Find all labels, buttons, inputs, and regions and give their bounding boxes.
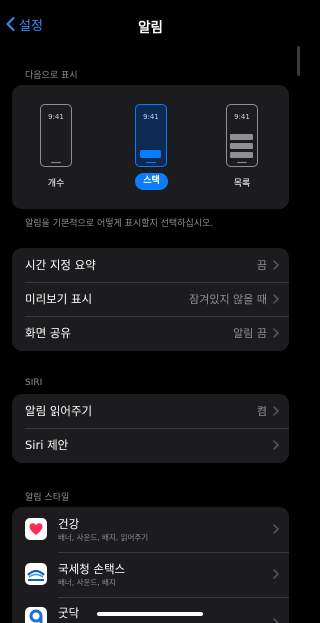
app-name: 국세청 손택스	[58, 562, 126, 576]
preview-home-bar	[237, 161, 247, 163]
app-name: 건강	[58, 517, 80, 531]
show-previews-row[interactable]: 미리보기 표시 잠겨있지 않을 때	[12, 282, 289, 316]
app-list-card: 건강 배너, 사운드, 배지, 읽어주기 국세청 손택스 배너, 사운드, 배지…	[12, 507, 289, 623]
notification-style-header: 알림 스타일	[25, 493, 70, 503]
navigation-bar: 설정 알림	[0, 0, 301, 50]
app-name: 굿닥	[58, 606, 80, 620]
chevron-right-icon	[273, 440, 279, 450]
display-option-stack[interactable]: 9:41 스택	[133, 85, 193, 209]
health-icon	[25, 518, 47, 540]
display-option-count[interactable]: 9:41 개수	[40, 85, 100, 209]
app-row-health[interactable]: 건강 배너, 사운드, 배지, 읽어주기	[12, 512, 289, 546]
list-notification-shape	[230, 143, 253, 149]
chevron-right-icon	[273, 569, 279, 579]
row-divider	[58, 552, 289, 553]
announce-notifications-row[interactable]: 알림 읽어주기 켬	[12, 394, 289, 428]
phone-preview-list: 9:41	[226, 104, 258, 167]
row-label: Siri 제안	[25, 438, 69, 452]
chevron-right-icon	[273, 294, 279, 304]
app-subtitle: 배너, 사운드, 배지	[58, 578, 116, 587]
row-value: 잠겨있지 않을 때	[189, 293, 267, 306]
siri-card: 알림 읽어주기 켬 Siri 제안	[12, 394, 289, 463]
scroll-indicator[interactable]	[297, 46, 300, 76]
display-option-label: 개수	[47, 179, 65, 189]
row-label: 알림 읽어주기	[25, 404, 93, 418]
preview-clock: 9:41	[234, 113, 250, 121]
preview-home-bar	[51, 161, 61, 163]
row-label: 시간 지정 요약	[25, 258, 96, 272]
chevron-right-icon	[273, 260, 279, 270]
chevron-right-icon	[273, 618, 279, 623]
phone-preview-stack: 9:41	[135, 104, 167, 167]
chevron-right-icon	[273, 524, 279, 534]
display-option-list[interactable]: 9:41 목록	[226, 85, 286, 209]
hometax-icon	[25, 563, 47, 585]
goodoc-icon	[25, 607, 47, 623]
list-notification-shape	[230, 152, 253, 158]
display-helper-text: 알림을 기본적으로 어떻게 표시할지 선택하십시오.	[25, 219, 214, 229]
chevron-right-icon	[273, 406, 279, 416]
display-option-label: 목록	[233, 179, 251, 189]
app-row-hometax[interactable]: 국세청 손택스 배너, 사운드, 배지	[12, 557, 289, 591]
page-title: 알림	[138, 20, 163, 36]
row-label: 미리보기 표시	[25, 292, 93, 306]
scheduled-summary-row[interactable]: 시간 지정 요약 끔	[12, 248, 289, 282]
row-divider	[58, 597, 289, 598]
display-option-label-selected: 스택	[135, 173, 168, 190]
siri-suggestions-row[interactable]: Siri 제안	[12, 428, 289, 462]
preview-home-bar	[146, 161, 156, 163]
screen-sharing-row[interactable]: 화면 공유 알림 끔	[12, 316, 289, 350]
row-value: 켬	[256, 405, 267, 418]
row-label: 화면 공유	[25, 326, 71, 340]
stack-notification-shape	[140, 150, 161, 158]
phone-preview-count: 9:41	[40, 104, 72, 167]
display-as-header: 다음으로 표시	[25, 71, 78, 81]
preview-clock: 9:41	[143, 113, 159, 121]
display-style-card: 9:41 개수 9:41 스택 9:41 목록	[12, 85, 289, 209]
general-settings-card: 시간 지정 요약 끔 미리보기 표시 잠겨있지 않을 때 화면 공유 알림 끔	[12, 248, 289, 351]
app-subtitle: 배너, 사운드, 배지, 읽어주기	[58, 533, 149, 542]
home-indicator[interactable]	[97, 612, 203, 616]
row-value: 끔	[256, 259, 267, 272]
preview-clock: 9:41	[48, 113, 64, 121]
chevron-right-icon	[273, 328, 279, 338]
row-value: 알림 끔	[233, 327, 267, 340]
siri-header: SIRI	[25, 378, 43, 388]
list-notification-shape	[230, 134, 253, 140]
